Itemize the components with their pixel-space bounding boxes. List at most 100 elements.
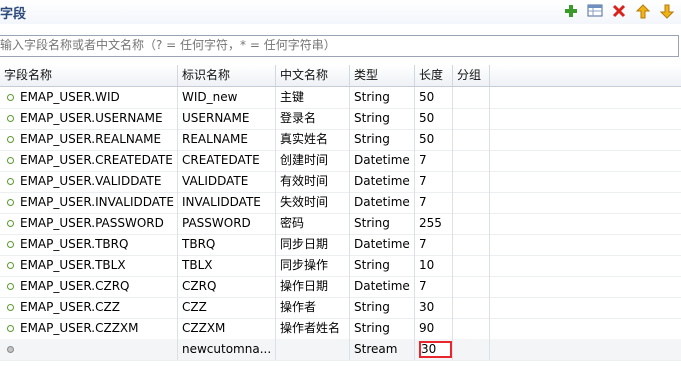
chinese-name-cell[interactable]: 登录名 [276, 108, 350, 129]
group-cell[interactable] [453, 234, 490, 255]
type-cell[interactable]: String [350, 108, 415, 129]
search-input[interactable] [0, 36, 670, 54]
type-cell[interactable]: String [350, 318, 415, 339]
table-row[interactable]: EMAP_USER.CZZXM CZZXM 操作者姓名 String 90 [0, 318, 681, 340]
field-name-cell[interactable]: EMAP_USER.REALNAME [0, 129, 178, 150]
column-header-identifier[interactable]: 标识名称 [178, 65, 276, 86]
delete-icon[interactable] [611, 3, 627, 19]
table-row[interactable]: EMAP_USER.CREATEDATE CREATEDATE 创建时间 Dateti… [0, 150, 681, 172]
field-name-cell[interactable]: EMAP_USER.WID [0, 87, 178, 108]
type-cell[interactable]: String [350, 129, 415, 150]
type-cell[interactable]: Datetime [350, 192, 415, 213]
length-cell[interactable]: 7 [415, 276, 453, 297]
length-cell[interactable]: 30 [415, 297, 453, 318]
table-row[interactable]: EMAP_USER.REALNAME REALNAME 真实姓名 String 50 [0, 129, 681, 151]
length-cell[interactable]: 10 [415, 255, 453, 276]
chinese-name-cell[interactable]: 操作日期 [276, 276, 350, 297]
identifier-cell[interactable]: TBRQ [178, 234, 276, 255]
chinese-name-cell[interactable]: 有效时间 [276, 171, 350, 192]
field-name-cell[interactable]: EMAP_USER.TBLX [0, 255, 178, 276]
identifier-cell[interactable]: CREATEDATE [178, 150, 276, 171]
add-icon[interactable] [563, 3, 579, 19]
type-cell[interactable]: String [350, 255, 415, 276]
chinese-name-cell[interactable]: 操作者姓名 [276, 318, 350, 339]
chinese-name-cell[interactable]: 真实姓名 [276, 129, 350, 150]
type-cell[interactable]: String [350, 87, 415, 108]
table-row[interactable]: EMAP_USER.TBRQ TBRQ 同步日期 Datetime 7 [0, 234, 681, 256]
length-cell[interactable]: 50 [415, 87, 453, 108]
chinese-name-cell[interactable]: 同步操作 [276, 255, 350, 276]
field-name-cell[interactable]: EMAP_USER.CZZXM [0, 318, 178, 339]
field-name-cell[interactable]: EMAP_USER.VALIDDATE [0, 171, 178, 192]
column-header-group[interactable]: 分组 [453, 65, 490, 86]
column-header-length[interactable]: 长度 [415, 65, 453, 86]
group-cell[interactable] [453, 213, 490, 234]
identifier-cell[interactable]: REALNAME [178, 129, 276, 150]
group-cell[interactable] [453, 129, 490, 150]
length-cell[interactable] [415, 339, 453, 360]
chinese-name-cell[interactable]: 密码 [276, 213, 350, 234]
identifier-cell[interactable]: WID_new [178, 87, 276, 108]
chinese-name-cell[interactable]: 操作者 [276, 297, 350, 318]
type-cell[interactable]: Datetime [350, 276, 415, 297]
table-icon[interactable] [587, 3, 603, 19]
type-cell[interactable]: String [350, 213, 415, 234]
column-header-field-name[interactable]: 字段名称 [0, 65, 178, 86]
move-up-icon[interactable] [635, 3, 651, 19]
identifier-cell[interactable]: INVALIDDATE [178, 192, 276, 213]
table-row[interactable]: EMAP_USER.VALIDDATE VALIDDATE 有效时间 Datetime… [0, 171, 681, 193]
length-cell[interactable]: 7 [415, 171, 453, 192]
move-down-icon[interactable] [659, 3, 675, 19]
identifier-cell[interactable]: CZZ [178, 297, 276, 318]
identifier-cell[interactable]: VALIDDATE [178, 171, 276, 192]
table-row[interactable]: newcutomna... Stream 30 [0, 339, 681, 361]
identifier-cell[interactable]: CZRQ [178, 276, 276, 297]
length-cell[interactable]: 90 [415, 318, 453, 339]
table-row[interactable]: EMAP_USER.PASSWORD PASSWORD 密码 String 255 [0, 213, 681, 235]
group-cell[interactable] [453, 339, 490, 360]
type-cell[interactable]: Datetime [350, 234, 415, 255]
column-header-chinese-name[interactable]: 中文名称 [276, 65, 350, 86]
identifier-cell[interactable]: CZZXM [178, 318, 276, 339]
chinese-name-cell[interactable]: 主键 [276, 87, 350, 108]
group-cell[interactable] [453, 87, 490, 108]
type-cell[interactable]: Stream [350, 339, 415, 360]
group-cell[interactable] [453, 276, 490, 297]
field-name-cell[interactable]: EMAP_USER.PASSWORD [0, 213, 178, 234]
identifier-cell[interactable]: PASSWORD [178, 213, 276, 234]
group-cell[interactable] [453, 108, 490, 129]
chinese-name-cell[interactable]: 失效时间 [276, 192, 350, 213]
type-cell[interactable]: Datetime [350, 150, 415, 171]
table-row[interactable]: EMAP_USER.CZZ CZZ 操作者 String 30 [0, 297, 681, 319]
group-cell[interactable] [453, 192, 490, 213]
field-name-cell[interactable]: EMAP_USER.USERNAME [0, 108, 178, 129]
identifier-cell[interactable]: newcutomna... [178, 339, 276, 360]
chinese-name-cell[interactable] [276, 339, 350, 360]
type-cell[interactable]: Datetime [350, 171, 415, 192]
field-name-cell[interactable] [0, 339, 178, 360]
field-name-cell[interactable]: EMAP_USER.INVALIDDATE [0, 192, 178, 213]
group-cell[interactable] [453, 171, 490, 192]
identifier-cell[interactable]: USERNAME [178, 108, 276, 129]
column-header-type[interactable]: 类型 [350, 65, 415, 86]
type-cell[interactable]: String [350, 297, 415, 318]
group-cell[interactable] [453, 150, 490, 171]
group-cell[interactable] [453, 297, 490, 318]
length-cell[interactable]: 255 [415, 213, 453, 234]
length-cell[interactable]: 50 [415, 108, 453, 129]
table-row[interactable]: EMAP_USER.USERNAME USERNAME 登录名 String 50 [0, 108, 681, 130]
group-cell[interactable] [453, 255, 490, 276]
chinese-name-cell[interactable]: 同步日期 [276, 234, 350, 255]
field-name-cell[interactable]: EMAP_USER.CZRQ [0, 276, 178, 297]
length-cell[interactable]: 50 [415, 129, 453, 150]
field-name-cell[interactable]: EMAP_USER.TBRQ [0, 234, 178, 255]
length-cell[interactable]: 7 [415, 234, 453, 255]
field-name-cell[interactable]: EMAP_USER.CREATEDATE [0, 150, 178, 171]
group-cell[interactable] [453, 318, 490, 339]
field-name-cell[interactable]: EMAP_USER.CZZ [0, 297, 178, 318]
identifier-cell[interactable]: TBLX [178, 255, 276, 276]
length-cell[interactable]: 7 [415, 192, 453, 213]
table-row[interactable]: EMAP_USER.INVALIDDATE INVALIDDATE 失效时间 Date… [0, 192, 681, 214]
table-row[interactable]: EMAP_USER.CZRQ CZRQ 操作日期 Datetime 7 [0, 276, 681, 298]
chinese-name-cell[interactable]: 创建时间 [276, 150, 350, 171]
